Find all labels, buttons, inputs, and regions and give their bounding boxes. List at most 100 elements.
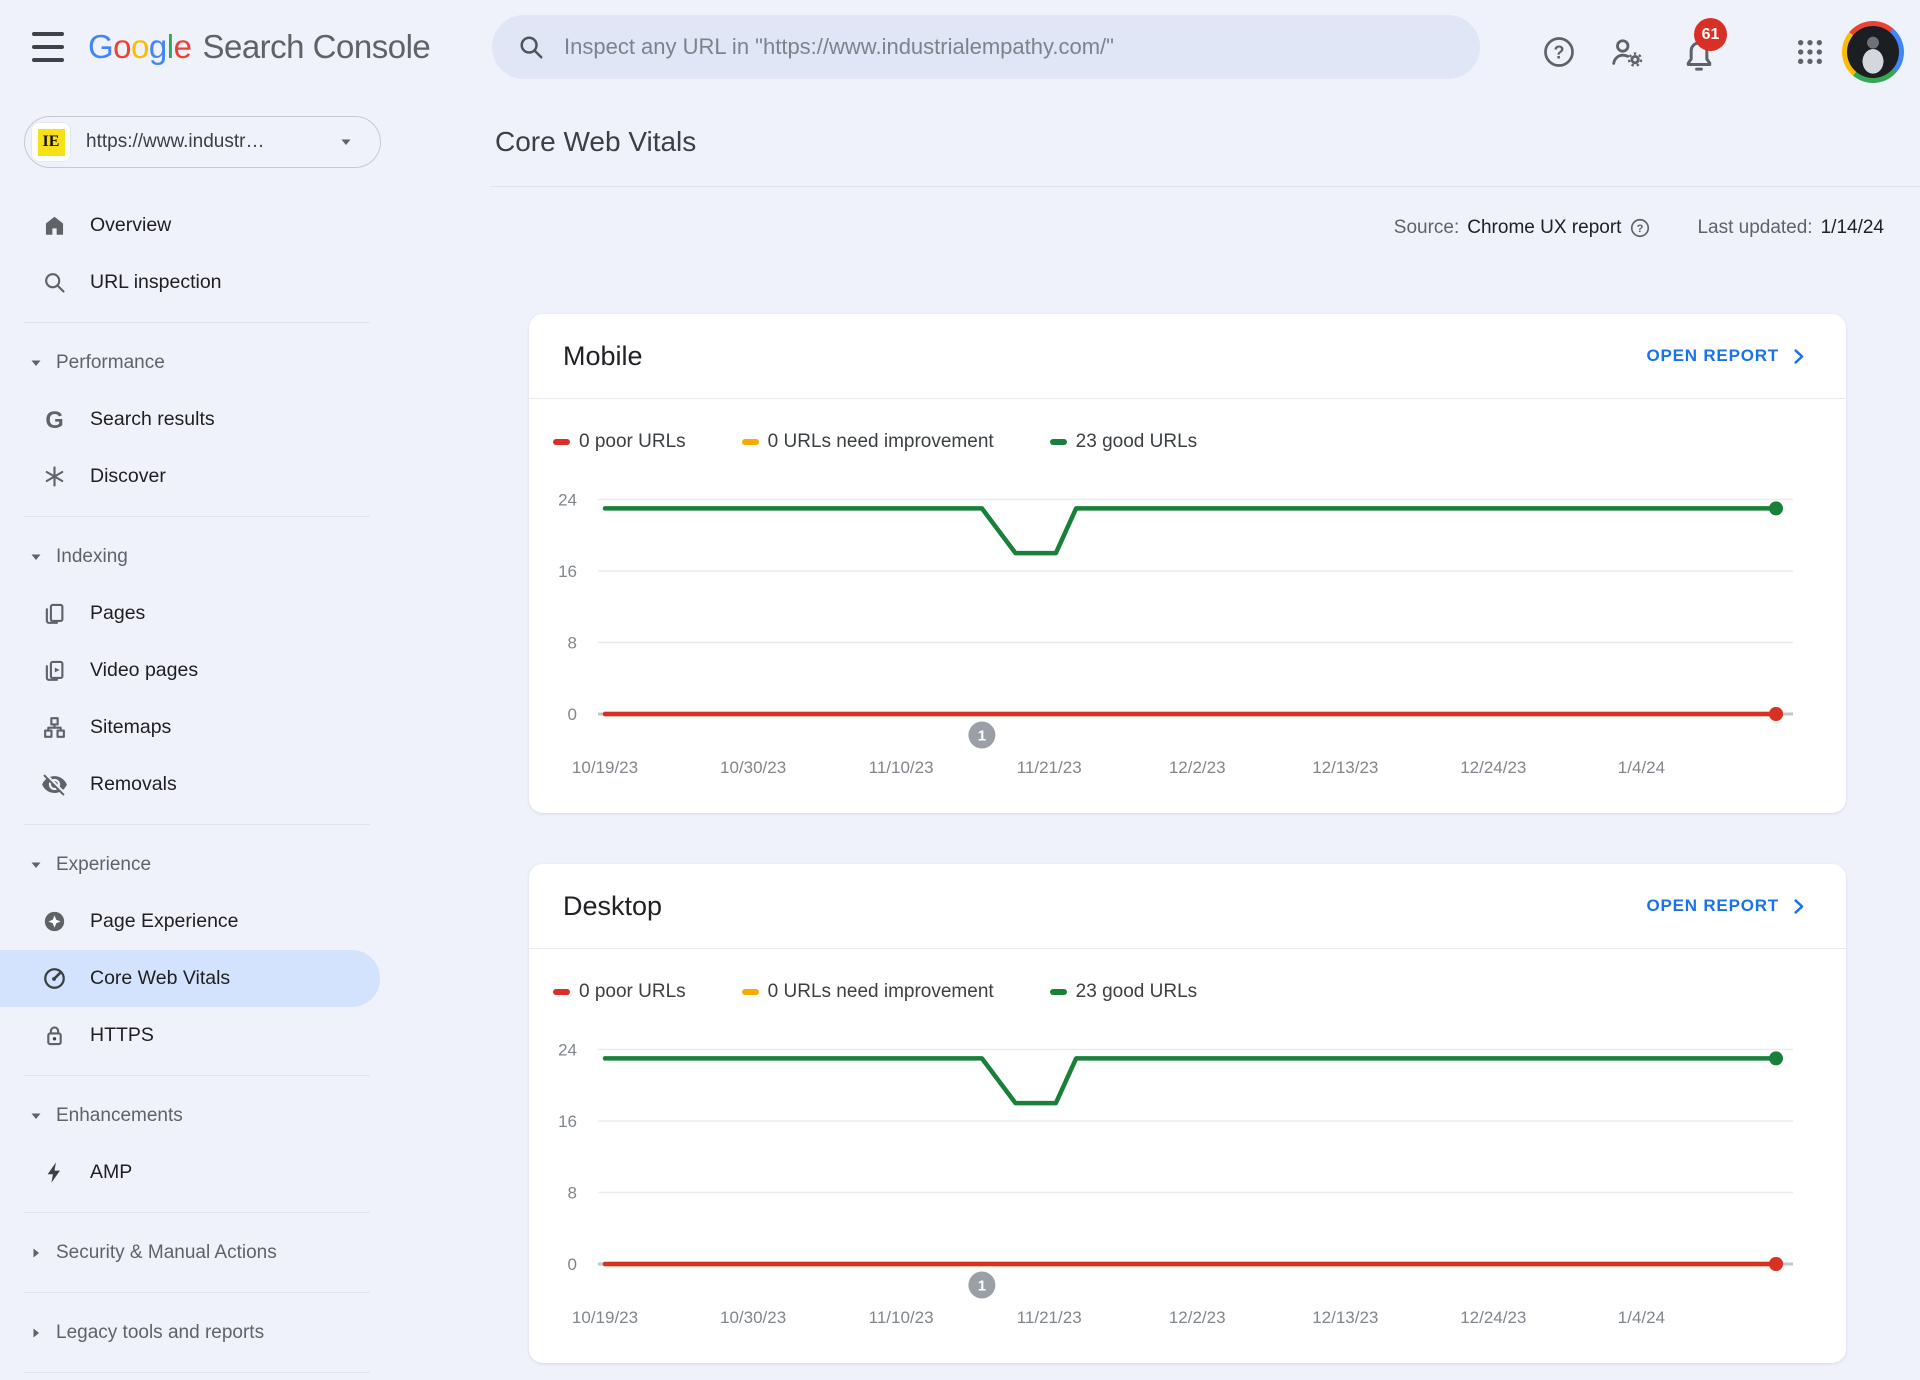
menu-icon[interactable] (32, 32, 66, 62)
chevron-down-icon (27, 354, 45, 372)
sidebar-section-enhancements[interactable]: Enhancements (0, 1087, 380, 1144)
sidebar-item-pages[interactable]: Pages (0, 585, 380, 642)
legend-needs-improvement[interactable]: 0 URLs need improvement (741, 981, 994, 1003)
open-report-label: OPEN REPORT (1646, 896, 1779, 915)
chevron-right-icon (27, 1324, 45, 1342)
svg-text:12/2/23: 12/2/23 (1169, 758, 1226, 777)
sidebar-item-video-pages[interactable]: Video pages (0, 642, 380, 699)
notification-count-badge: 61 (1694, 18, 1727, 51)
open-report-link-desktop[interactable]: OPEN REPORT (1646, 896, 1808, 916)
sidebar-section-performance[interactable]: Performance (0, 334, 380, 391)
svg-text:16: 16 (558, 562, 577, 581)
pages-icon (41, 600, 68, 627)
chevron-down-icon (27, 548, 45, 566)
sidebar-item-https[interactable]: HTTPS (0, 1007, 380, 1064)
chart-legend-desktop: 0 poor URLs 0 URLs need improvement 23 g… (553, 981, 1846, 1003)
legend-poor[interactable]: 0 poor URLs (553, 981, 686, 1003)
svg-text:10/30/23: 10/30/23 (720, 758, 786, 777)
property-favicon: IE (32, 123, 70, 161)
url-inspection-searchbar[interactable] (492, 15, 1480, 79)
report-meta-row: Source: Chrome UX report ? Last updated:… (400, 217, 1884, 239)
speedometer-icon (41, 965, 68, 992)
core-web-vitals-chart-mobile: 0 8 16 24 10/19/23 10/30/23 11/10/23 11/21/23 12… (558, 491, 1793, 777)
svg-text:11/21/23: 11/21/23 (1017, 1308, 1082, 1327)
sidebar-section-label: Performance (56, 351, 165, 373)
svg-text:12/2/23: 12/2/23 (1169, 1308, 1226, 1327)
legend-good[interactable]: 23 good URLs (1049, 431, 1197, 453)
svg-text:1/4/24: 1/4/24 (1618, 758, 1665, 777)
home-icon (41, 212, 68, 239)
video-pages-icon (41, 657, 68, 684)
svg-text:?: ? (1637, 223, 1644, 235)
svg-text:12/24/23: 12/24/23 (1460, 1308, 1526, 1327)
sidebar-item-removals[interactable]: Removals (0, 756, 380, 813)
sidebar-section-label: Experience (56, 853, 152, 875)
sidebar-section-label: Enhancements (56, 1104, 183, 1126)
sidebar-item-amp[interactable]: AMP (0, 1144, 380, 1201)
sidebar-item-sitemaps[interactable]: Sitemaps (0, 699, 380, 756)
svg-text:?: ? (1554, 42, 1565, 62)
sidebar-item-label: Pages (90, 602, 146, 624)
sidebar-item-label: Page Experience (90, 910, 239, 932)
source-help-icon[interactable]: ? (1629, 217, 1651, 239)
svg-text:8: 8 (568, 634, 577, 653)
open-report-link-mobile[interactable]: OPEN REPORT (1646, 346, 1808, 366)
sidebar-item-label: Search results (90, 408, 215, 430)
sidebar-item-search-results[interactable]: G Search results (0, 391, 380, 448)
sidebar-item-url-inspection[interactable]: URL inspection (0, 254, 380, 311)
desktop-card: Desktop OPEN REPORT 0 poor URLs 0 URLs n… (529, 864, 1846, 1363)
sidebar-nav: Overview URL inspection Performance G Search… (0, 197, 400, 1380)
svg-text:11/21/23: 11/21/23 (1017, 758, 1082, 777)
help-icon[interactable]: ? (1537, 30, 1581, 74)
account-avatar[interactable] (1842, 21, 1904, 83)
sidebar-item-label: Sitemaps (90, 716, 172, 738)
chevron-down-icon (27, 1107, 45, 1125)
legend-good-swatch (1049, 439, 1067, 445)
search-icon (520, 36, 543, 59)
sidebar-item-page-experience[interactable]: Page Experience (0, 893, 380, 950)
sidebar-item-label: URL inspection (90, 271, 222, 293)
sidebar-divider (24, 322, 370, 323)
svg-text:10/19/23: 10/19/23 (572, 1308, 638, 1327)
legend-good-swatch (1049, 989, 1067, 995)
last-updated-label: Last updated: (1697, 217, 1813, 238)
legend-poor-swatch (553, 989, 570, 995)
chevron-right-icon (27, 1244, 45, 1262)
sidebar-section-label: Indexing (56, 545, 128, 567)
app-logo: Google Search Console (88, 0, 431, 94)
asterisk-icon (41, 463, 68, 490)
core-web-vitals-chart-desktop: 0 8 16 24 10/19/23 10/30/23 11/10/23 11/21/23 12… (558, 1041, 1793, 1327)
sidebar-item-discover[interactable]: Discover (0, 448, 380, 505)
sidebar-item-overview[interactable]: Overview (0, 197, 380, 254)
sidebar-section-experience[interactable]: Experience (0, 836, 380, 893)
legend-good[interactable]: 23 good URLs (1049, 981, 1197, 1003)
svg-text:G: G (45, 408, 63, 433)
chevron-right-icon (1794, 348, 1804, 364)
avatar-photo (1847, 26, 1899, 78)
sidebar-item-label: Video pages (90, 659, 199, 681)
google-g-icon: G (41, 406, 68, 433)
sidebar-section-indexing[interactable]: Indexing (0, 528, 380, 585)
svg-text:8: 8 (568, 1184, 577, 1203)
svg-text:12/13/23: 12/13/23 (1312, 758, 1378, 777)
sidebar-item-core-web-vitals[interactable]: Core Web Vitals (0, 950, 380, 1007)
google-apps-grid-icon[interactable] (1788, 30, 1832, 74)
search-input[interactable] (564, 34, 1456, 60)
sidebar-divider (24, 1372, 370, 1373)
legend-poor[interactable]: 0 poor URLs (553, 431, 686, 453)
sitemaps-icon (41, 714, 68, 741)
sidebar-section-legacy-tools[interactable]: Legacy tools and reports (0, 1304, 380, 1361)
sidebar-item-label: Removals (90, 773, 177, 795)
title-divider (490, 186, 1920, 187)
legend-needs-improvement[interactable]: 0 URLs need improvement (741, 431, 994, 453)
bolt-icon (41, 1159, 68, 1186)
manage-users-icon[interactable] (1605, 30, 1649, 74)
sidebar-divider (24, 1212, 370, 1213)
property-selector[interactable]: IE https://www.industr… (24, 116, 381, 168)
svg-text:1: 1 (978, 728, 986, 745)
svg-text:1: 1 (978, 1278, 986, 1295)
legend-needs-improvement-swatch (741, 989, 759, 995)
eye-off-icon (41, 771, 68, 798)
property-url: https://www.industr… (86, 131, 265, 152)
sidebar-section-security-manual-actions[interactable]: Security & Manual Actions (0, 1224, 380, 1281)
